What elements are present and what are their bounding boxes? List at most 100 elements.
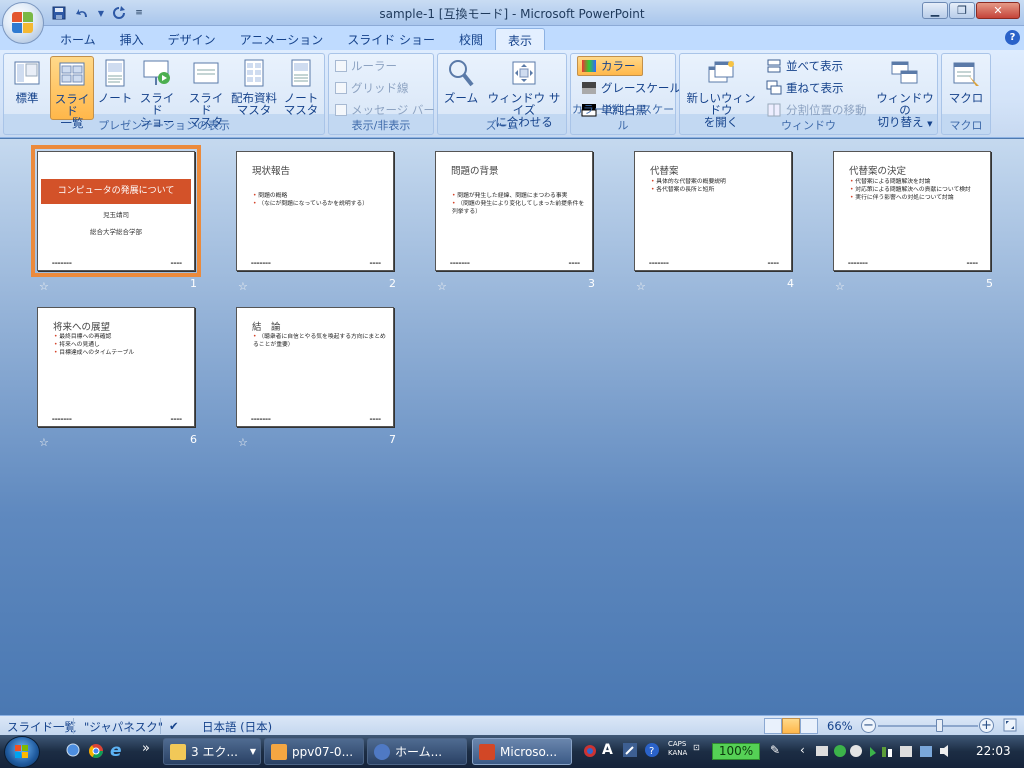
arrange-all-icon	[767, 59, 781, 73]
chevron-right-icon[interactable]: »	[142, 741, 150, 756]
slide-bullet: 将来への見通し	[54, 341, 188, 349]
fit-slide-icon[interactable]	[1003, 718, 1017, 735]
tab-insert[interactable]: 挿入	[108, 28, 156, 50]
zoom-label: ズーム	[443, 91, 479, 105]
show-desktop-icon[interactable]	[66, 743, 80, 760]
slide-bullets: 代替案による問題解決を討論 対応策による問題解決への貢献について検討 実行に伴う…	[850, 178, 984, 202]
status-language[interactable]: 日本語 (日本)	[202, 719, 272, 735]
normal-view-button[interactable]: 標準	[6, 56, 48, 120]
grayscale-label: グレースケール	[601, 81, 681, 95]
star-icon: ☆	[636, 280, 646, 293]
ruler-checkbox[interactable]: ルーラー	[335, 56, 397, 76]
slide-footer: ▬▬▬▬▬▬▬	[251, 417, 271, 421]
move-split-label: 分割位置の移動	[786, 103, 867, 117]
slide-number: 6	[190, 433, 197, 446]
minimize-icon[interactable]: ▁	[922, 2, 948, 19]
slide-thumbnail-6[interactable]: 将来への展望 最終目標への再確認 将来への見通し 目標達成へのタイムテーブル ▬…	[37, 307, 197, 449]
macro-button[interactable]: マクロ	[944, 56, 988, 120]
handout-master-button[interactable]: 配布資料 マスタ	[228, 56, 280, 120]
color-button[interactable]: カラー	[577, 56, 643, 76]
grid-checkbox[interactable]: グリッド線	[335, 78, 409, 98]
internet-explorer-icon[interactable]: e	[110, 741, 122, 761]
normal-view-status-button[interactable]	[764, 718, 782, 734]
checkbox-icon	[335, 104, 347, 116]
taskbar-item-ppv07[interactable]: ppv07-0...	[264, 738, 364, 765]
close-icon[interactable]: ✕	[976, 2, 1020, 19]
new-window-label-1: 新しいウィンドウ	[686, 91, 756, 117]
slide-sorter-status-button[interactable]	[782, 718, 800, 734]
star-icon: ☆	[39, 436, 49, 449]
ime-options-icon[interactable]: ⊡	[693, 743, 700, 752]
slide-preview[interactable]: 結 論 （聴衆者に自信とやる気を喚起する方向にまとめることが重要） ▬▬▬▬▬▬…	[236, 307, 394, 427]
tools-icon[interactable]	[622, 742, 638, 761]
slide-sorter-icon	[59, 62, 85, 86]
office-button[interactable]	[2, 2, 44, 44]
zoom-slider[interactable]	[878, 725, 978, 727]
zoom-level[interactable]: 66%	[827, 719, 853, 733]
macro-icon	[953, 62, 979, 86]
slide-thumbnail-7[interactable]: 結 論 （聴衆者に自信とやる気を喚起する方向にまとめることが重要） ▬▬▬▬▬▬…	[236, 307, 396, 449]
browser-icon	[374, 743, 390, 760]
start-button[interactable]	[4, 736, 40, 768]
chevron-left-icon[interactable]: ‹	[800, 743, 805, 757]
group-show-hide: ルーラー グリッド線 メッセージ バー 表示/非表示	[328, 53, 435, 135]
slide-thumbnail-3[interactable]: 問題の背景 問題が発生した経緯、問題にまつわる事実 （問題の発生により変化してし…	[435, 151, 595, 293]
notes-page-button[interactable]: ノート	[96, 56, 134, 120]
taskbar-item-explorer[interactable]: 3 エク... ▼	[163, 738, 261, 765]
input-mode-icon[interactable]: A	[602, 742, 613, 758]
zoom-button[interactable]: ズーム	[440, 56, 482, 120]
taskbar-item-powerpoint[interactable]: Microso...	[472, 738, 572, 765]
slide-show-button[interactable]: スライド ショー	[136, 56, 178, 128]
tab-slideshow[interactable]: スライド ショー	[335, 28, 447, 50]
slide-thumbnail-1[interactable]: コンピュータの発展について 児玉靖司 総合大学総合学部 ▬▬▬▬▬▬▬ ▬▬▬▬…	[31, 145, 201, 293]
slide-title: 代替案	[650, 166, 679, 177]
slideshow-status-button[interactable]	[800, 718, 818, 734]
chrome-icon[interactable]	[88, 743, 104, 762]
status-separator	[160, 718, 161, 734]
ruler-label: ルーラー	[351, 59, 397, 73]
tab-design[interactable]: デザイン	[156, 28, 228, 50]
fit-to-window-label-1: ウィンドウ サイズ	[487, 91, 561, 117]
ime-help-icon[interactable]: ?	[644, 742, 660, 761]
slide-show-icon	[143, 60, 170, 85]
restore-icon[interactable]: ❐	[949, 2, 975, 19]
pen-icon[interactable]: ✎	[770, 743, 780, 757]
grayscale-button[interactable]: グレースケール	[581, 78, 681, 98]
slide-thumbnail-2[interactable]: 現状報告 問題の概略 （なにが問題になっているかを説明する） ▬▬▬▬▬▬▬ ▬…	[236, 151, 396, 293]
tab-view[interactable]: 表示	[495, 28, 546, 50]
taskbar-item-home[interactable]: ホーム...	[367, 738, 467, 765]
new-window-button[interactable]: 新しいウィンドウ を開く	[682, 56, 760, 128]
zoom-slider-handle[interactable]	[936, 719, 943, 732]
switch-windows-button[interactable]: ウィンドウの 切り替え ▼	[874, 56, 936, 128]
help-icon[interactable]: ?	[1005, 30, 1020, 45]
notes-master-button[interactable]: ノート マスタ	[280, 56, 322, 120]
fit-to-window-button[interactable]: ウィンドウ サイズ に合わせる	[484, 56, 564, 128]
cascade-button[interactable]: 重ねて表示	[766, 78, 844, 98]
system-clock[interactable]: 22:03	[976, 744, 1011, 758]
arrange-all-button[interactable]: 並べて表示	[766, 56, 843, 76]
title-bar: ▼ ≡ sample-1 [互換モード] - Microsoft PowerPo…	[0, 0, 1024, 26]
slide-preview[interactable]: 問題の背景 問題が発生した経緯、問題にまつわる事実 （問題の発生により変化してし…	[435, 151, 593, 271]
slide-sorter-pane: コンピュータの発展について 児玉靖司 総合大学総合学部 ▬▬▬▬▬▬▬ ▬▬▬▬…	[0, 139, 1024, 715]
spellcheck-icon[interactable]: ✔	[169, 719, 179, 733]
slide-thumbnail-5[interactable]: 代替案の決定 代替案による問題解決を討論 対応策による問題解決への貢献について検…	[833, 151, 993, 293]
tab-review[interactable]: 校閲	[447, 28, 495, 50]
slide-preview[interactable]: 代替案 具体的な代替案の概要説明 各代替案の長所と短所 ▬▬▬▬▬▬▬ ▬▬▬▬	[634, 151, 792, 271]
checkbox-icon	[335, 82, 347, 94]
ime-toolbar-icon[interactable]	[582, 743, 598, 762]
slide-preview[interactable]: 代替案の決定 代替案による問題解決を討論 対応策による問題解決への貢献について検…	[833, 151, 991, 271]
tab-animation[interactable]: アニメーション	[228, 28, 336, 50]
slide-bullet: 実行に伴う影響への対処について討論	[850, 194, 984, 202]
slide-preview[interactable]: 現状報告 問題の概略 （なにが問題になっているかを説明する） ▬▬▬▬▬▬▬ ▬…	[236, 151, 394, 271]
powerpoint-icon	[479, 743, 495, 760]
slide-master-button[interactable]: スライド マスタ	[184, 56, 228, 128]
slide-preview[interactable]: コンピュータの発展について 児玉靖司 総合大学総合学部 ▬▬▬▬▬▬▬ ▬▬▬▬	[31, 145, 201, 277]
tab-home[interactable]: ホーム	[48, 28, 108, 50]
slide-title: コンピュータの発展について	[41, 179, 191, 204]
office-logo-icon	[12, 12, 34, 34]
slide-thumbnail-4[interactable]: 代替案 具体的な代替案の概要説明 各代替案の長所と短所 ▬▬▬▬▬▬▬ ▬▬▬▬…	[634, 151, 794, 293]
zoom-out-icon[interactable]: −	[861, 718, 876, 733]
zoom-in-icon[interactable]: +	[979, 718, 994, 733]
slide-sorter-button[interactable]: スライド 一覧	[50, 56, 94, 129]
slide-preview[interactable]: 将来への展望 最終目標への再確認 将来への見通し 目標達成へのタイムテーブル ▬…	[37, 307, 195, 427]
